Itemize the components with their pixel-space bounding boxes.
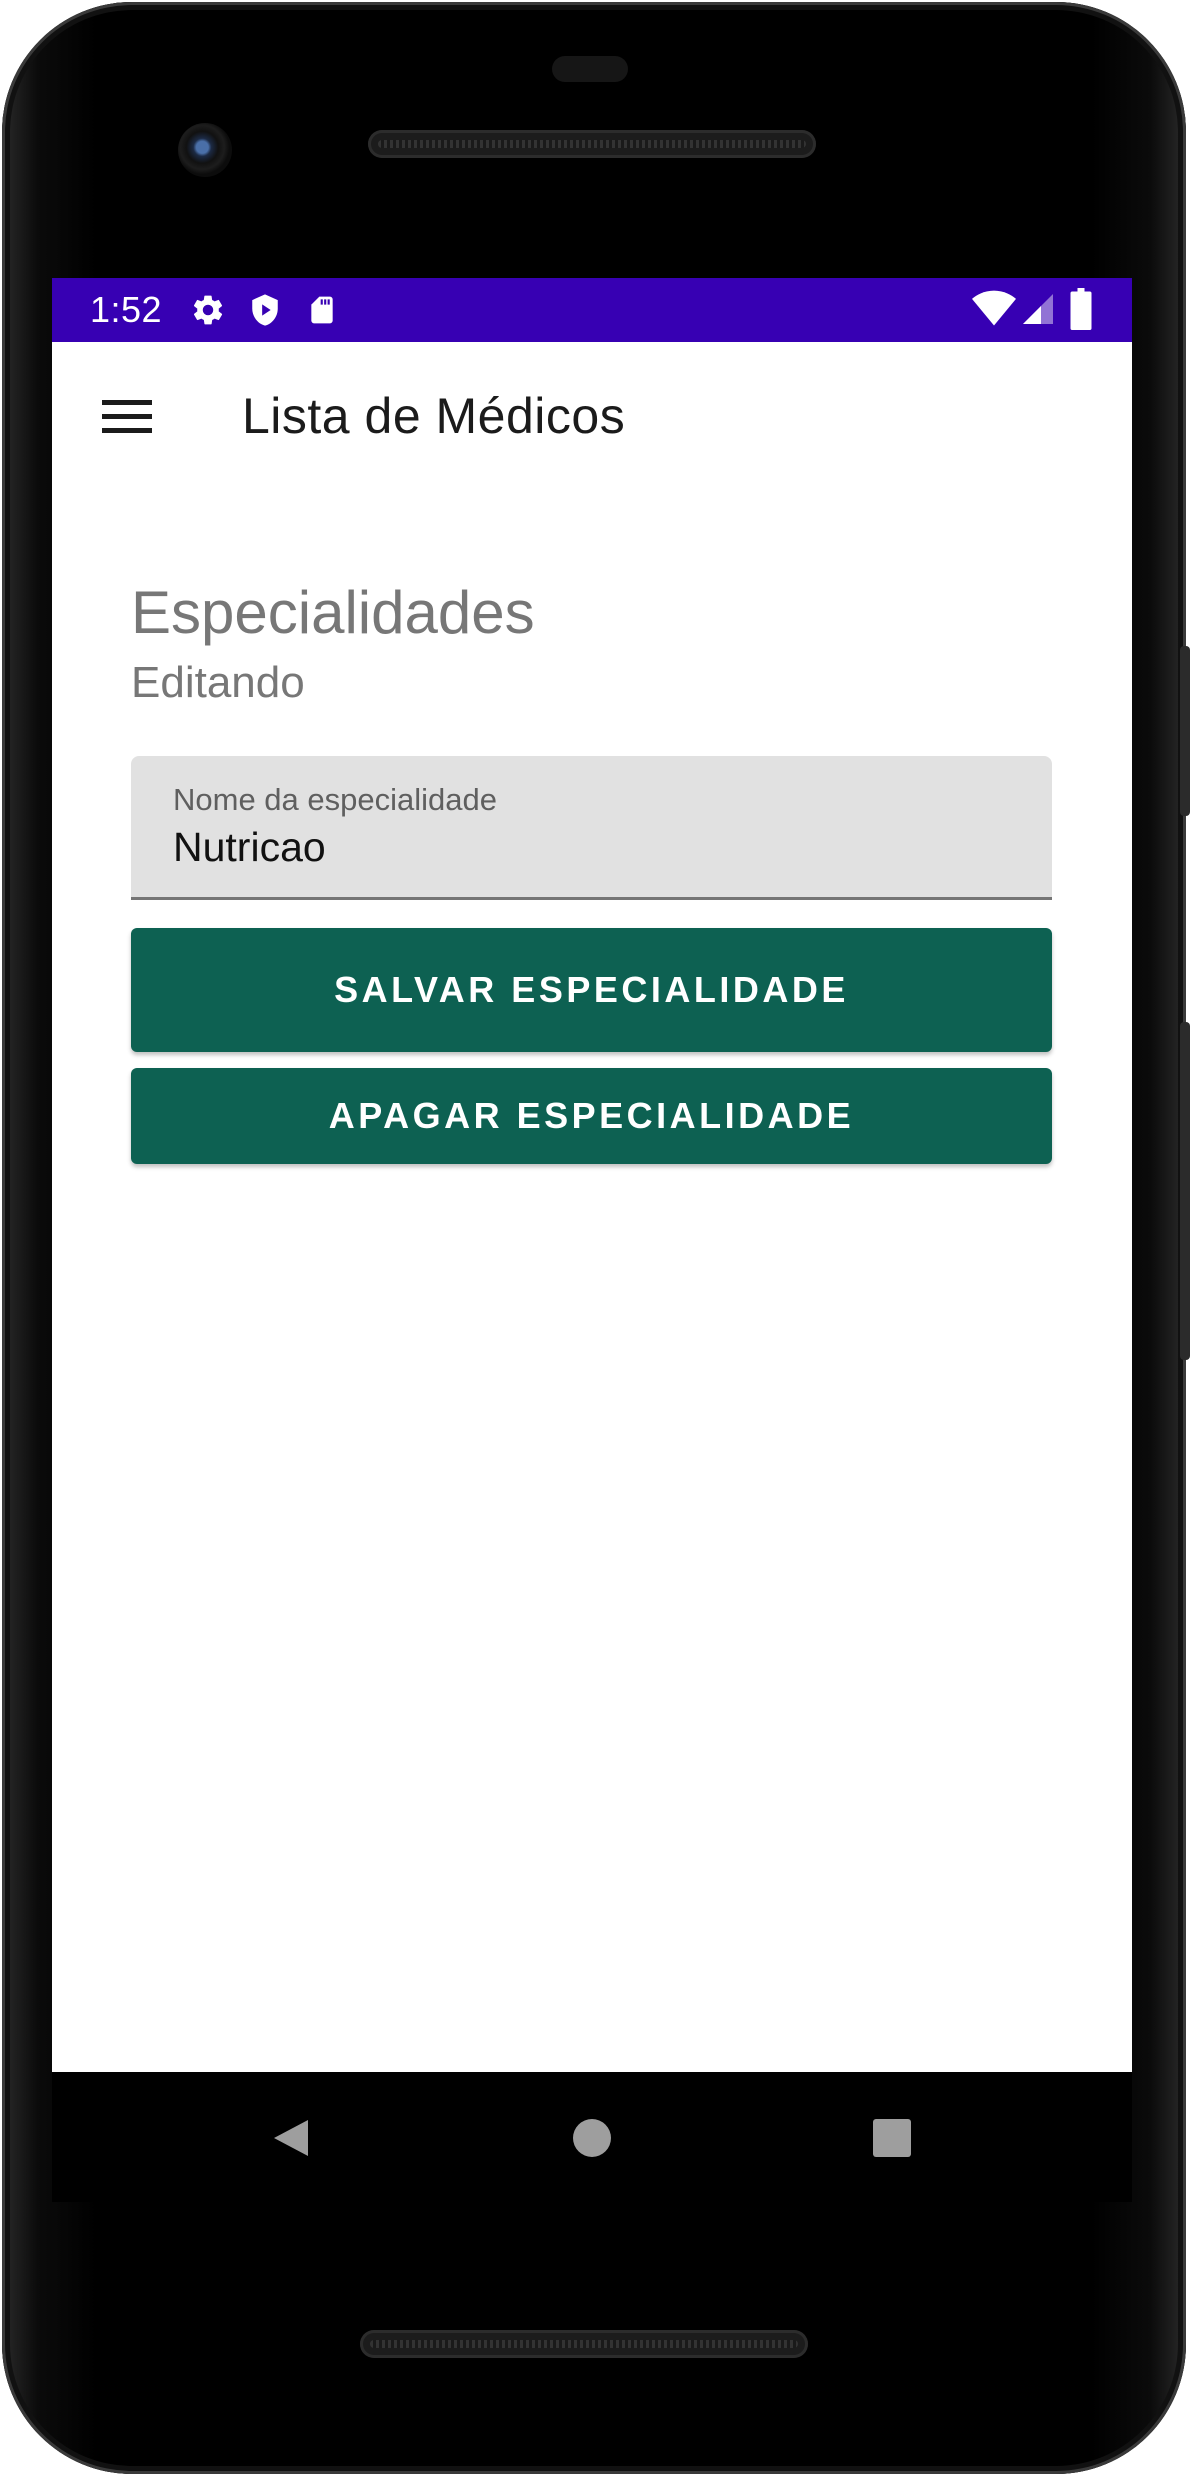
signal-icon	[1023, 294, 1053, 324]
section-title: Especialidades	[131, 579, 535, 646]
volume-button	[1180, 1022, 1190, 1360]
save-specialty-label: SALVAR ESPECIALIDADE	[334, 969, 849, 1010]
app-screen: 1:52 Lista de Médicos Especialidades Edi…	[52, 278, 1132, 2072]
home-circle-icon[interactable]	[570, 2116, 614, 2160]
specialty-name-label: Nome da especialidade	[173, 782, 497, 817]
top-sensor	[552, 56, 628, 82]
section-subtitle: Editando	[131, 658, 305, 707]
hamburger-menu-icon[interactable]	[96, 392, 156, 442]
shield-icon	[252, 294, 278, 326]
specialty-name-field[interactable]: Nome da especialidade	[131, 756, 1052, 900]
front-camera	[178, 123, 232, 177]
navigation-bar	[52, 2072, 1132, 2202]
app-bar: Lista de Médicos	[52, 342, 1132, 496]
wifi-icon	[972, 290, 1016, 326]
specialty-name-input[interactable]	[173, 822, 993, 872]
phone-frame: 1:52 Lista de Médicos Especialidades Edi…	[0, 0, 1194, 2480]
sd-card-icon	[311, 296, 333, 324]
battery-icon	[1070, 288, 1092, 330]
status-time: 1:52	[90, 289, 163, 330]
power-button	[1180, 646, 1190, 816]
delete-specialty-button[interactable]: APAGAR ESPECIALIDADE	[131, 1068, 1052, 1164]
earpiece-speaker	[368, 130, 816, 158]
recents-square-icon[interactable]	[870, 2116, 914, 2160]
gear-icon	[193, 295, 223, 325]
save-specialty-button[interactable]: SALVAR ESPECIALIDADE	[131, 928, 1052, 1052]
bottom-speaker	[360, 2330, 808, 2358]
app-title: Lista de Médicos	[242, 388, 626, 444]
delete-specialty-label: APAGAR ESPECIALIDADE	[328, 1095, 855, 1136]
back-triangle-icon[interactable]	[270, 2116, 314, 2160]
status-bar: 1:52	[52, 278, 1132, 342]
